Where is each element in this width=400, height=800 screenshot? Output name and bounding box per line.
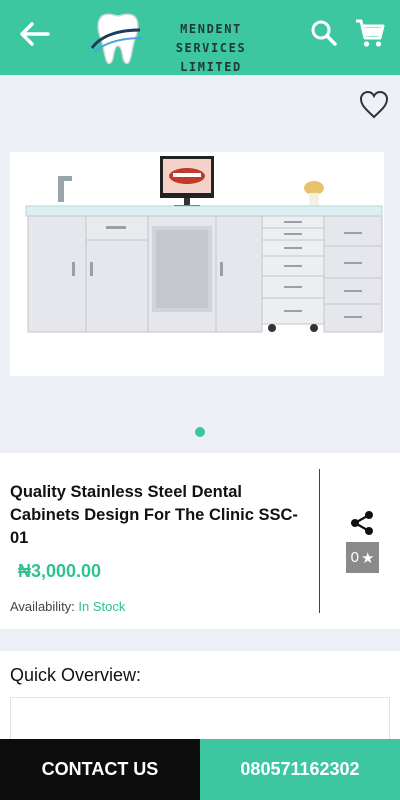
product-image[interactable]: [10, 152, 384, 376]
cart-button[interactable]: [350, 14, 390, 52]
call-phone-button[interactable]: 080571162302: [200, 739, 400, 800]
tooth-logo-icon: [90, 13, 143, 65]
product-price: ₦3,000.00: [18, 561, 102, 581]
app-bar: MENDENT SERVICES LIMITED: [0, 0, 400, 75]
dental-cabinet-illustration: [25, 156, 383, 333]
product-info: Quality Stainless Steel Dental Cabinets …: [0, 453, 400, 629]
share-button[interactable]: [348, 509, 376, 537]
contact-us-button[interactable]: CONTACT US: [0, 739, 200, 800]
cart-icon: [356, 19, 385, 47]
stock-status: In Stock: [78, 599, 126, 614]
availability: Availability: In Stock: [10, 599, 125, 614]
brand-name: MENDENT SERVICES LIMITED: [142, 20, 280, 77]
brand-logo: MENDENT SERVICES LIMITED: [88, 12, 278, 74]
arrow-back-icon: [20, 22, 50, 46]
star-icon: ★: [360, 549, 375, 567]
availability-label: Availability:: [10, 599, 75, 614]
product-title: Quality Stainless Steel Dental Cabinets …: [10, 483, 298, 547]
overview-title: Quick Overview:: [10, 665, 142, 685]
bottom-action-bar: CONTACT US 080571162302: [0, 739, 400, 800]
heart-outline-icon: [359, 90, 389, 119]
gallery-page-indicator[interactable]: [195, 427, 205, 437]
search-button[interactable]: [307, 14, 341, 52]
rating-count: 0: [350, 549, 359, 566]
share-icon: [351, 511, 373, 535]
brand-line-1: MENDENT SERVICES: [175, 22, 247, 55]
wishlist-button[interactable]: [358, 89, 392, 123]
product-gallery[interactable]: [0, 75, 400, 453]
rating-badge[interactable]: 0 ★: [346, 542, 379, 573]
divider: [319, 469, 320, 613]
search-icon: [311, 20, 337, 46]
back-button[interactable]: [14, 16, 54, 52]
